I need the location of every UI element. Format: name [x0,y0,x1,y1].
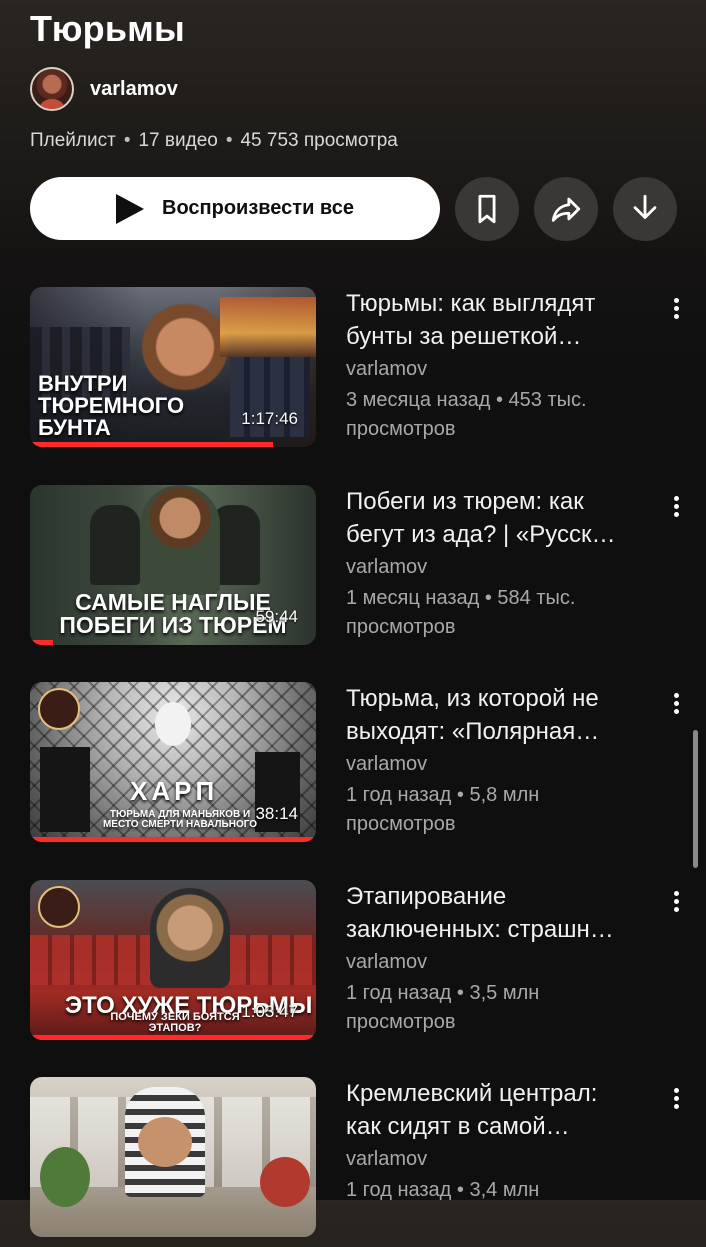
channel-row[interactable]: varlamov [30,67,178,111]
video-info[interactable]: Этапирование заключенных: страшн… varlam… [346,880,636,1037]
video-title[interactable]: Тюрьмы: как выглядят бунты за решеткой… [346,287,636,353]
video-thumbnail[interactable]: ЭТО ХУЖЕ ТЮРЬМЫ ПОЧЕМУ ЗЕКИ БОЯТСЯ ЭТАПО… [30,880,316,1040]
thumbnail-text: ХАРП [130,776,219,806]
list-item[interactable]: ХАРП ТЮРЬМА ДЛЯ МАНЬЯКОВ И МЕСТО СМЕРТИ … [0,682,706,852]
thumbnail-text: ВНУТРИ ТЮРЕМНОГО БУНТА [38,371,185,440]
video-title[interactable]: Этапирование заключенных: страшн… [346,880,636,946]
meta-separator: • [123,130,131,151]
list-item[interactable]: ВНУТРИ ТЮРЕМНОГО БУНТА 1:17:46 Тюрьмы: к… [0,287,706,457]
video-duration: 38:14 [255,804,298,823]
video-channel[interactable]: varlamov [346,1145,636,1173]
video-meta: 1 год назад • 3,4 млн [346,1179,540,1201]
share-button[interactable] [534,177,598,241]
playlist-type: Плейлист [30,130,116,151]
more-options-icon[interactable] [664,690,688,720]
meta-separator: • [225,130,233,151]
video-info[interactable]: Побеги из тюрем: как бегут из ада? | «Ру… [346,485,636,642]
video-duration: 1:17:46 [241,409,298,428]
more-options-icon[interactable] [664,493,688,523]
video-duration: 1:03:47 [241,1002,298,1021]
watch-progress-bar [30,442,274,447]
avatar[interactable] [30,67,74,111]
more-options-icon[interactable] [664,888,688,918]
video-channel[interactable]: varlamov [346,750,636,778]
download-icon [633,194,657,219]
video-meta: 3 месяца назад • 453 тыс. просмотров [346,389,587,440]
channel-name[interactable]: varlamov [90,78,178,101]
video-thumbnail[interactable]: САМЫЕ НАГЛЫЕ ПОБЕГИ ИЗ ТЮРЕМ 59:44 [30,485,316,645]
video-title[interactable]: Побеги из тюрем: как бегут из ада? | «Ру… [346,485,636,551]
play-all-button[interactable]: Воспроизвести все [30,177,440,240]
video-title[interactable]: Кремлевский централ: как сидят в самой… [346,1077,636,1143]
watch-progress-bar [30,1035,314,1040]
video-thumbnail[interactable]: ХАРП ТЮРЬМА ДЛЯ МАНЬЯКОВ И МЕСТО СМЕРТИ … [30,682,316,842]
download-button[interactable] [613,177,677,241]
video-channel[interactable]: varlamov [346,948,636,976]
video-title[interactable]: Тюрьма, из которой не выходят: «Полярная… [346,682,636,748]
share-icon [551,197,581,222]
video-info[interactable]: Тюрьмы: как выглядят бунты за решеткой… … [346,287,636,444]
more-options-icon[interactable] [664,1085,688,1115]
video-info[interactable]: Тюрьма, из которой не выходят: «Полярная… [346,682,636,839]
save-playlist-button[interactable] [455,177,519,241]
video-thumbnail[interactable]: ВНУТРИ ТЮРЕМНОГО БУНТА 1:17:46 [30,287,316,447]
list-item[interactable]: Кремлевский централ: как сидят в самой… … [0,1077,706,1247]
video-meta: 1 год назад • 5,8 млн просмотров [346,784,540,835]
thumbnail-subtext: ПОЧЕМУ ЗЕКИ БОЯТСЯ ЭТАПОВ? [110,1011,240,1034]
scrollbar[interactable] [693,730,698,868]
play-icon [116,193,144,224]
video-channel[interactable]: varlamov [346,355,636,383]
video-meta: 1 год назад • 3,5 млн просмотров [346,982,540,1033]
watch-progress-bar [30,837,314,842]
play-all-label: Воспроизвести все [162,197,354,219]
list-item[interactable]: САМЫЕ НАГЛЫЕ ПОБЕГИ ИЗ ТЮРЕМ 59:44 Побег… [0,485,706,655]
more-options-icon[interactable] [664,295,688,325]
playlist-views: 45 753 просмотра [240,130,398,151]
playlist-title: Тюрьмы [30,8,185,49]
video-count: 17 видео [138,130,218,151]
thumbnail-subtext: ТЮРЬМА ДЛЯ МАНЬЯКОВ И МЕСТО СМЕРТИ НАВАЛ… [102,809,258,830]
video-info[interactable]: Кремлевский централ: как сидят в самой… … [346,1077,636,1205]
video-thumbnail[interactable] [30,1077,316,1237]
video-duration: 59:44 [255,607,298,626]
video-channel[interactable]: varlamov [346,553,636,581]
video-meta: 1 месяц назад • 584 тыс. просмотров [346,587,576,638]
bookmark-icon [478,194,496,224]
list-item[interactable]: ЭТО ХУЖЕ ТЮРЬМЫ ПОЧЕМУ ЗЕКИ БОЯТСЯ ЭТАПО… [0,880,706,1050]
watch-progress-bar [30,640,53,645]
playlist-meta: Плейлист • 17 видео • 45 753 просмотра [30,130,398,152]
